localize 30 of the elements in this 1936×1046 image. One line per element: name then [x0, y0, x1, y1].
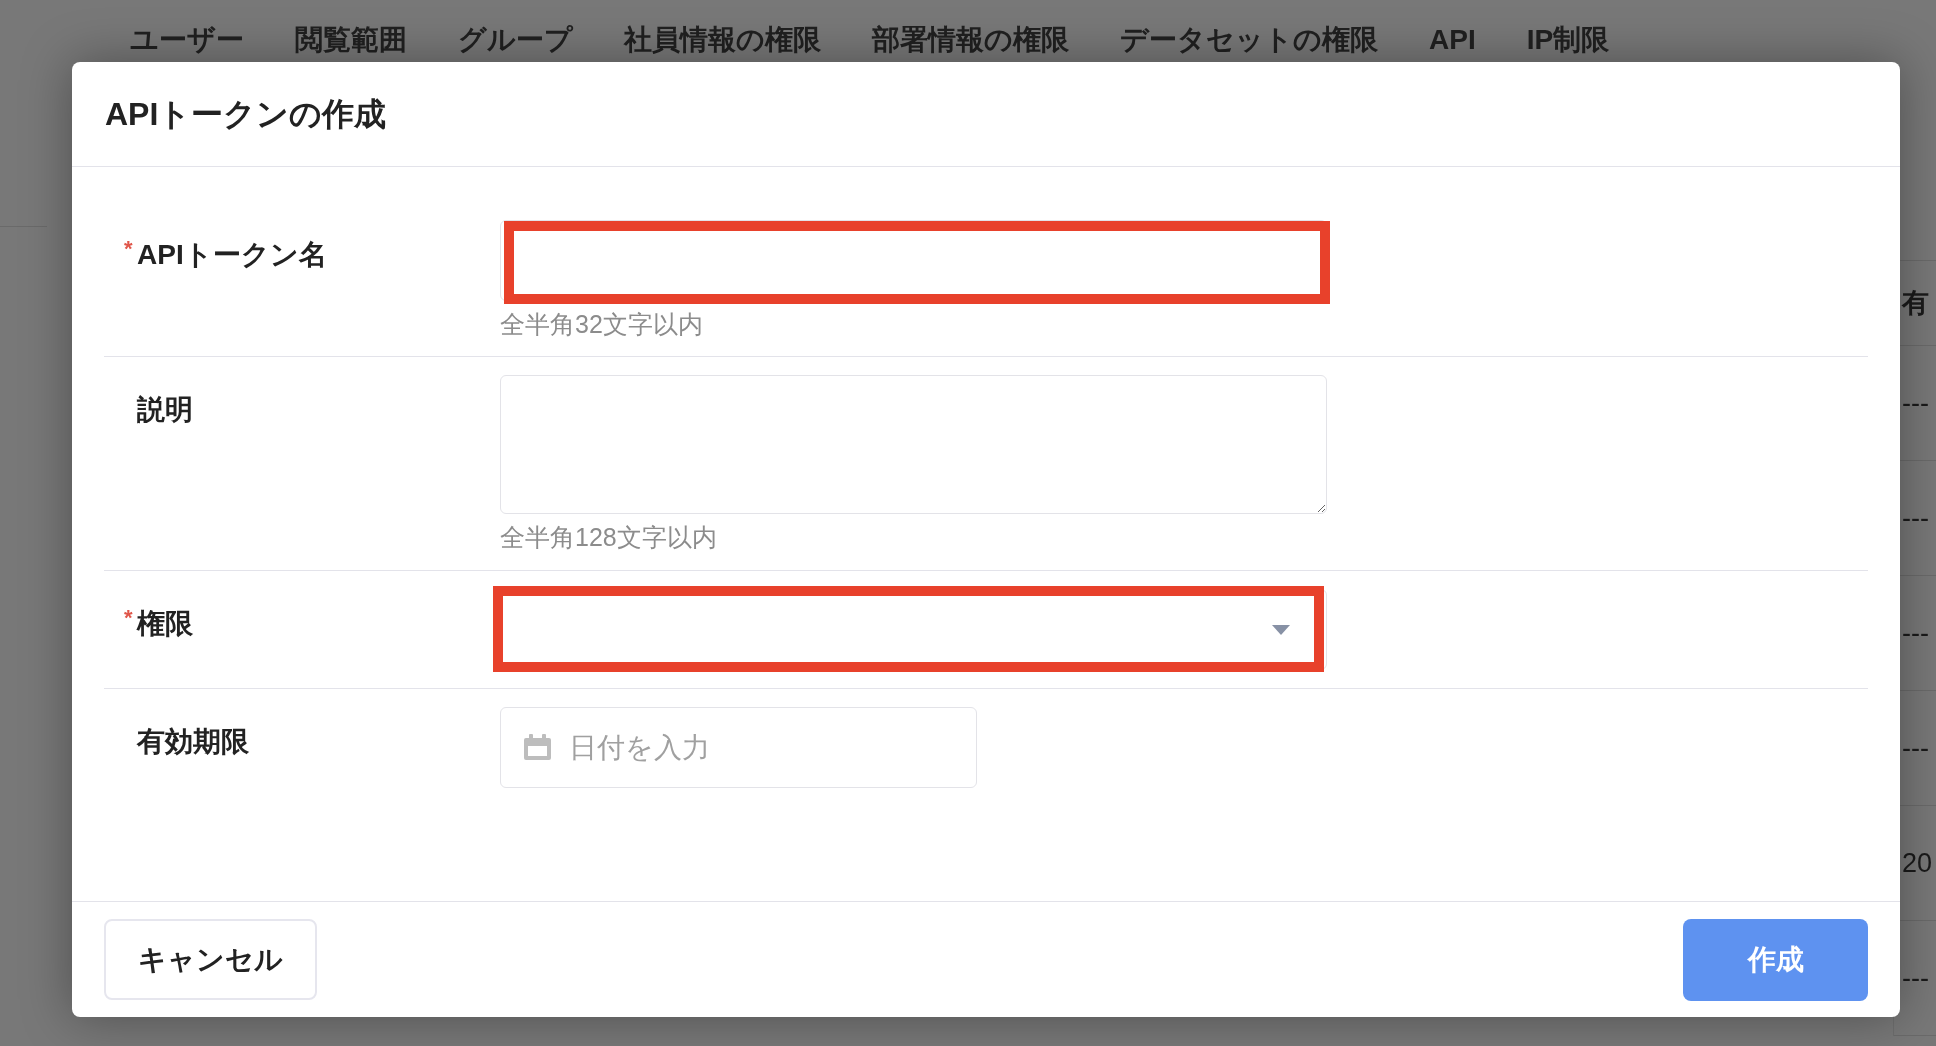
nav-tab[interactable]: グループ — [458, 19, 573, 61]
field-label: 説明 — [137, 393, 193, 427]
nav-tab[interactable]: IP制限 — [1526, 19, 1610, 61]
nav-tab[interactable]: API — [1429, 19, 1476, 61]
textarea-field[interactable] — [500, 375, 1327, 514]
table-cell-text: --- — [1902, 501, 1929, 535]
table-cell-text: --- — [1902, 961, 1929, 995]
field-hint: 全半角128文字以内 — [500, 522, 717, 553]
table-cell-text: --- — [1902, 616, 1929, 650]
date-input[interactable]: 日付を入力 — [500, 707, 977, 788]
nav-tab[interactable]: 部署情報の権限 — [872, 19, 1069, 61]
required-mark: * — [124, 236, 134, 262]
nav-tab[interactable]: データセットの権限 — [1120, 19, 1378, 61]
field-label: 権限 — [137, 607, 193, 641]
nav-tab[interactable]: ユーザー — [130, 19, 244, 61]
field-hint: 全半角32文字以内 — [500, 309, 703, 340]
caret-down-icon — [1272, 624, 1290, 635]
table-cell-text: --- — [1902, 386, 1929, 420]
field-label: 有効期限 — [137, 725, 249, 759]
table-header-cell-text: 有 — [1902, 286, 1929, 320]
table-cell-text: 20 — [1902, 846, 1933, 880]
field-label: APIトークン名 — [137, 238, 327, 272]
nav-tab[interactable]: 社員情報の権限 — [624, 19, 821, 61]
required-mark: * — [124, 605, 134, 631]
nav-tab[interactable]: 閲覧範囲 — [295, 19, 407, 61]
create-button[interactable]: 作成 — [1683, 918, 1868, 1001]
table-cell-text: --- — [1902, 731, 1929, 765]
calendar-icon — [524, 734, 551, 760]
dialog-title: APIトークンの作成 — [105, 95, 387, 134]
cancel-button[interactable]: キャンセル — [104, 919, 317, 1000]
